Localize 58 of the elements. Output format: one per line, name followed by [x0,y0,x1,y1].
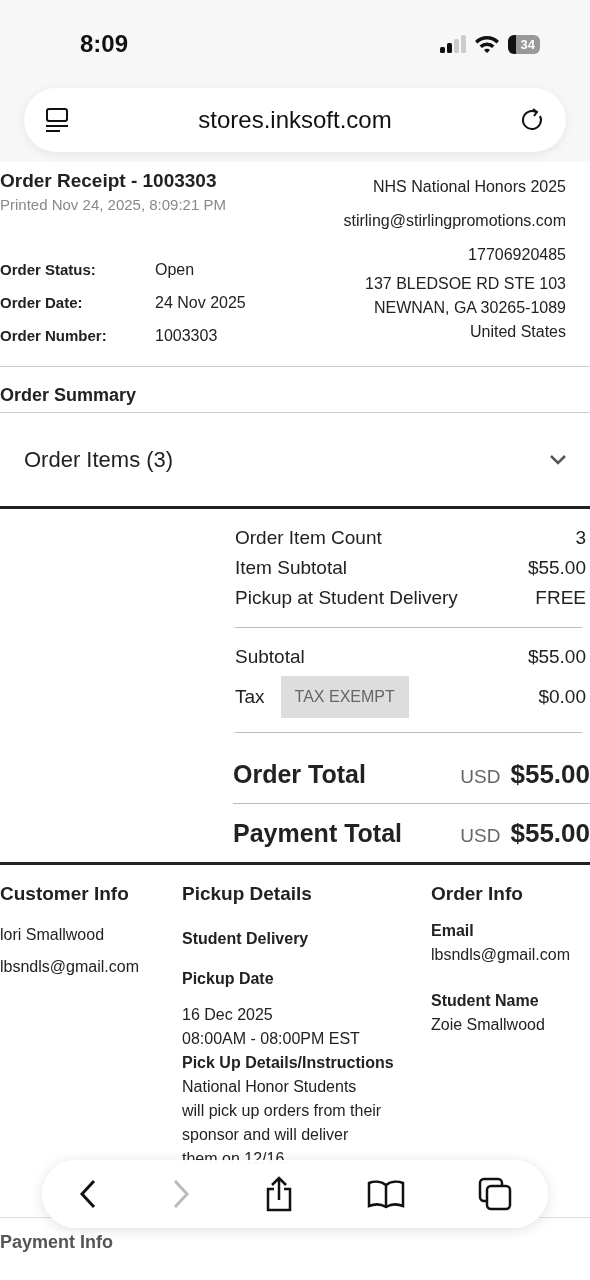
column-heading: Pickup Details [182,883,313,905]
grand-total-label: Payment Total [233,818,403,848]
address-line: 137 BLEDSOE RD STE 103 [365,274,566,294]
chevron-down-icon [548,453,568,466]
receipt-title: Order Receipt - 1003303 [0,170,218,192]
total-value: 3 [575,526,586,550]
column-heading: Order Info [431,883,524,905]
detail-label: Pick Up Details/Instructions [182,1053,395,1073]
total-label: Pickup at Student Delivery [235,586,458,610]
currency-code: USD [460,824,501,847]
address-line: United States [469,322,566,342]
share-button[interactable] [264,1176,294,1212]
address-line: NEWNAN, GA 30265-1089 [373,298,566,318]
field-value: Open [155,260,196,280]
wifi-icon [473,34,500,54]
total-label: Subtotal [235,645,305,669]
grand-total-label: Order Total [233,759,366,789]
total-label: Tax [235,685,265,709]
battery-level: 34 [507,34,540,54]
field-label: Order Number: [0,326,108,346]
pickup-instructions: National Honor Students will pick up orders from their sponsor and will deliver them on 12/16. [182,1077,382,1169]
field-value: 24 Nov 2025 [155,293,246,313]
section-heading: Order Summary [0,367,590,413]
store-info: stirling@stirlingpromotions.com [343,211,566,231]
detail-label: Pickup Date [182,969,275,989]
total-value: $55.00 [527,645,586,669]
tabs-icon[interactable] [44,107,70,133]
grand-total-amount: $55.00 [510,758,590,790]
pickup-method: Student Delivery [182,929,310,949]
total-value: $0.00 [538,685,586,709]
total-label: Item Subtotal [235,556,347,580]
field-value: 1003303 [155,326,219,346]
pickup-date: 16 Dec 2025 [182,1005,274,1025]
store-info: 17706920485 [468,245,566,265]
tax-exempt-badge: TAX EXEMPT [280,676,409,718]
field-label: Order Date: [0,293,84,313]
total-value: $55.00 [527,556,586,580]
pickup-time: 08:00AM - 08:00PM EST [182,1029,361,1049]
grand-total-amount: $55.00 [510,817,590,849]
customer-detail: lori Smallwood [0,925,106,945]
order-items-toggle[interactable]: Order Items (3) [0,413,590,509]
url-text[interactable]: stores.inksoft.com [198,106,392,134]
column-heading: Customer Info [0,883,130,905]
printed-date: Printed Nov 24, 2025, 8:09:21 PM [0,196,227,213]
bookmarks-button[interactable] [366,1179,405,1209]
signal-icon [439,34,466,54]
detail-value: Zoie Smallwood [431,1015,546,1035]
customer-detail: lbsndls@gmail.com [0,957,140,977]
detail-value: lbsndls@gmail.com [431,945,571,965]
currency-code: USD [460,765,501,788]
detail-label: Student Name [431,991,540,1011]
status-time: 8:09 [80,30,129,58]
total-label: Order Item Count [235,526,382,550]
store-info: NHS National Honors 2025 [373,177,566,197]
field-label: Order Status: [0,260,97,280]
detail-label: Email [431,921,475,941]
tabs-button[interactable] [477,1177,512,1211]
total-value: FREE [535,586,586,610]
